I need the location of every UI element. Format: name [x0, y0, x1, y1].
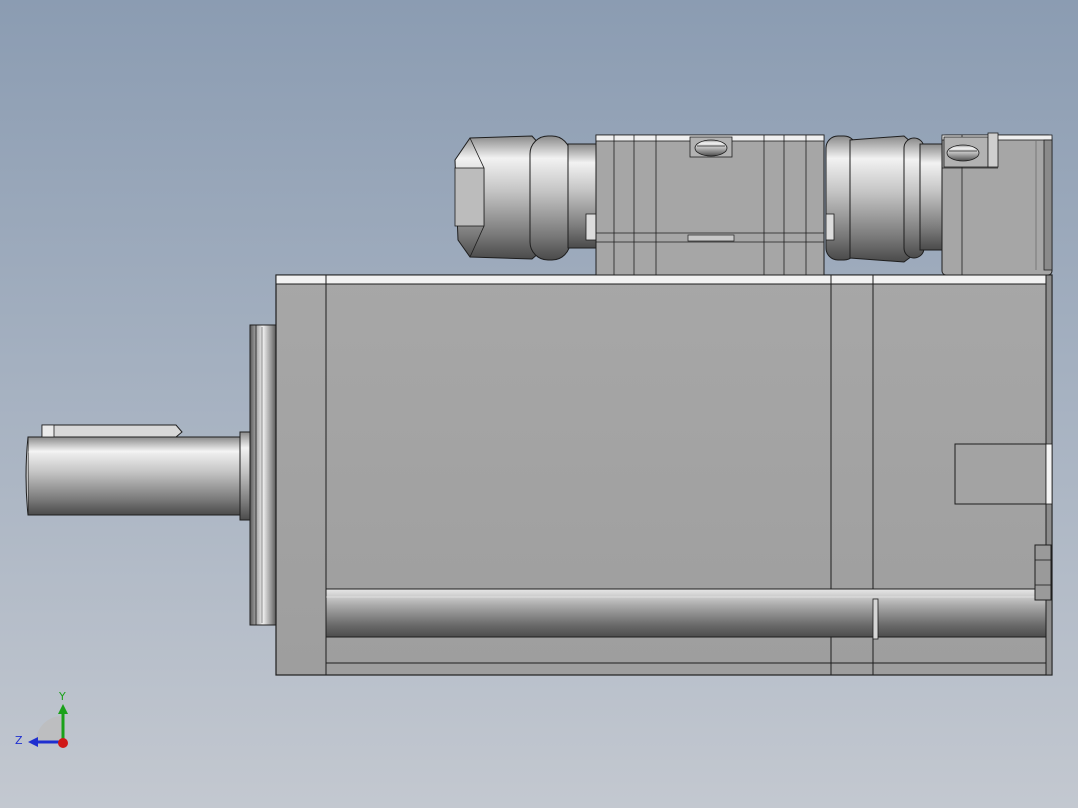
z-axis-label: Z	[15, 734, 23, 747]
graphics-viewport[interactable]: Y Z	[0, 0, 1078, 808]
orientation-triad: Y Z	[15, 690, 68, 748]
x-axis-marker	[58, 738, 68, 748]
flange-pilot[interactable]	[249, 324, 277, 626]
motor-body[interactable]	[275, 274, 1053, 676]
y-axis-label: Y	[58, 690, 66, 703]
shaft-key[interactable]	[41, 424, 183, 438]
encoder-connector[interactable]	[825, 132, 1053, 276]
z-axis-head	[28, 737, 38, 747]
y-axis-head	[58, 704, 68, 714]
triad-plane-icon	[36, 716, 62, 742]
power-connector[interactable]	[454, 134, 825, 276]
motor-shaft[interactable]	[25, 431, 251, 521]
servo-motor-model[interactable]	[0, 0, 1078, 808]
